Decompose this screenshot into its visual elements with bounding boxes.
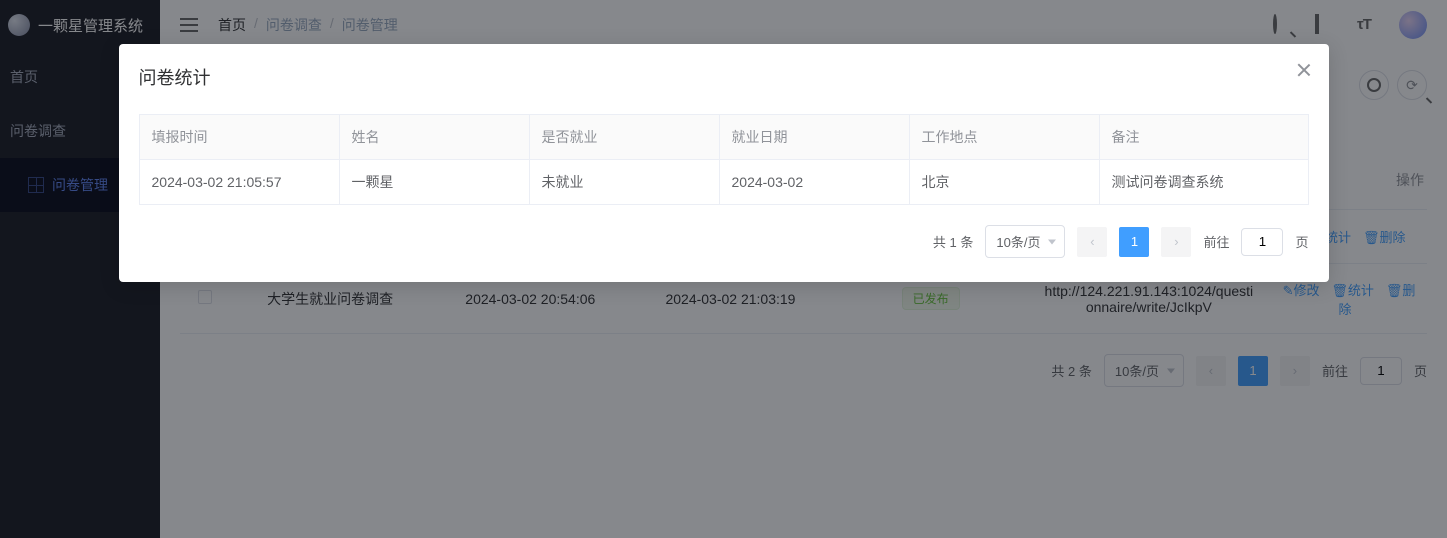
cell-time: 2024-03-02 21:05:57: [139, 160, 339, 205]
modal-pagination: 共 1 条 10条/页 ‹ 1 › 前往 页: [139, 225, 1309, 258]
jump-input[interactable]: [1241, 228, 1283, 256]
cell-date: 2024-03-02: [719, 160, 909, 205]
cell-name: 一颗星: [339, 160, 529, 205]
pager-total: 共 1 条: [933, 232, 973, 251]
page-size-select[interactable]: 10条/页: [985, 225, 1065, 258]
cell-place: 北京: [909, 160, 1099, 205]
stats-modal: 问卷统计 填报时间 姓名 是否就业 就业日期 工作地点 备注 2024-03-0…: [119, 44, 1329, 282]
col-employed: 是否就业: [529, 115, 719, 160]
close-icon[interactable]: [1295, 62, 1311, 78]
col-note: 备注: [1099, 115, 1308, 160]
cell-employed: 未就业: [529, 160, 719, 205]
next-page-icon[interactable]: ›: [1161, 227, 1191, 257]
stats-table: 填报时间 姓名 是否就业 就业日期 工作地点 备注 2024-03-02 21:…: [139, 114, 1309, 205]
table-row: 2024-03-02 21:05:57 一颗星 未就业 2024-03-02 北…: [139, 160, 1308, 205]
col-time: 填报时间: [139, 115, 339, 160]
col-place: 工作地点: [909, 115, 1099, 160]
col-name: 姓名: [339, 115, 529, 160]
col-date: 就业日期: [719, 115, 909, 160]
prev-page-icon[interactable]: ‹: [1077, 227, 1107, 257]
cell-note: 测试问卷调查系统: [1099, 160, 1308, 205]
page-number[interactable]: 1: [1119, 227, 1149, 257]
modal-title: 问卷统计: [139, 64, 1309, 90]
jump-suffix: 页: [1295, 232, 1308, 251]
jump-prefix: 前往: [1203, 232, 1229, 251]
table-header-row: 填报时间 姓名 是否就业 就业日期 工作地点 备注: [139, 115, 1308, 160]
